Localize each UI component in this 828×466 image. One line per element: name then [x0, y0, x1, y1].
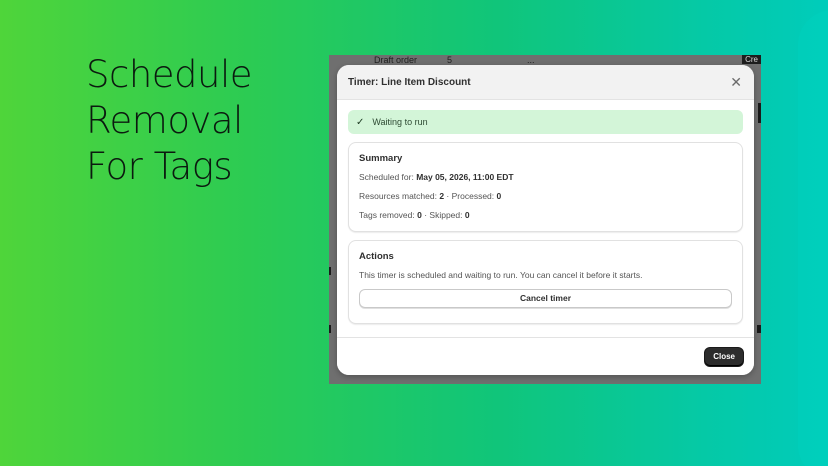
- background-table-row: Draft order 5 ...: [329, 55, 761, 65]
- summary-card: Summary Scheduled for: May 05, 2026, 11:…: [348, 142, 743, 232]
- headline: Schedule Removal For Tags: [86, 52, 253, 190]
- bg-edge-mark: [758, 103, 761, 113]
- bg-row-more: ...: [527, 55, 535, 65]
- check-icon: ✓: [356, 116, 365, 128]
- headline-line-1: Schedule: [86, 53, 253, 96]
- actions-card: Actions This timer is scheduled and wait…: [348, 240, 743, 324]
- actions-description: This timer is scheduled and waiting to r…: [359, 270, 643, 280]
- modal-body: ✓ Waiting to run Summary Scheduled for: …: [337, 100, 754, 324]
- scheduled-value: May 05, 2026, 11:00 EDT: [416, 172, 514, 182]
- timer-modal: Timer: Line Item Discount ✕ ✓ Waiting to…: [337, 65, 754, 375]
- headline-line-3: For Tags: [86, 145, 233, 188]
- status-banner: ✓ Waiting to run: [348, 110, 743, 134]
- status-text: Waiting to run: [372, 117, 428, 127]
- close-icon[interactable]: ✕: [730, 75, 742, 89]
- close-button[interactable]: Close: [705, 347, 743, 366]
- scheduled-line: Scheduled for: May 05, 2026, 11:00 EDT: [359, 172, 732, 182]
- modal-title: Timer: Line Item Discount: [348, 76, 471, 88]
- modal-header: Timer: Line Item Discount ✕: [337, 65, 754, 100]
- bg-row-label: Draft order: [374, 55, 418, 65]
- actions-heading: Actions: [359, 251, 394, 262]
- bg-edge-mark: [329, 325, 331, 333]
- headline-line-2: Removal: [86, 99, 243, 142]
- bg-edge-mark: [757, 325, 761, 333]
- bg-edge-mark: [329, 267, 331, 275]
- processed-label: · Processed:: [444, 191, 497, 201]
- bg-create-button: Cre: [742, 55, 761, 64]
- cancel-timer-button[interactable]: Cancel timer: [359, 288, 732, 308]
- bg-row-count: 5: [447, 55, 453, 65]
- bg-edge-mark: [758, 113, 761, 123]
- processed-value: 0: [496, 191, 502, 201]
- summary-heading: Summary: [359, 153, 403, 164]
- modal-footer: Close: [337, 337, 754, 375]
- decorative-blob: [798, 10, 828, 466]
- matched-label: Resources matched:: [359, 191, 440, 201]
- app-screenshot: Draft order 5 ... Cre Timer: Line Item D…: [329, 55, 761, 384]
- tags-line: Tags removed: 0 · Skipped: 0: [359, 210, 732, 220]
- scheduled-label: Scheduled for:: [359, 172, 417, 182]
- removed-label: Tags removed:: [359, 210, 418, 220]
- resources-line: Resources matched: 2 · Processed: 0: [359, 191, 732, 201]
- skipped-label: · Skipped:: [421, 210, 465, 220]
- skipped-value: 0: [464, 210, 470, 220]
